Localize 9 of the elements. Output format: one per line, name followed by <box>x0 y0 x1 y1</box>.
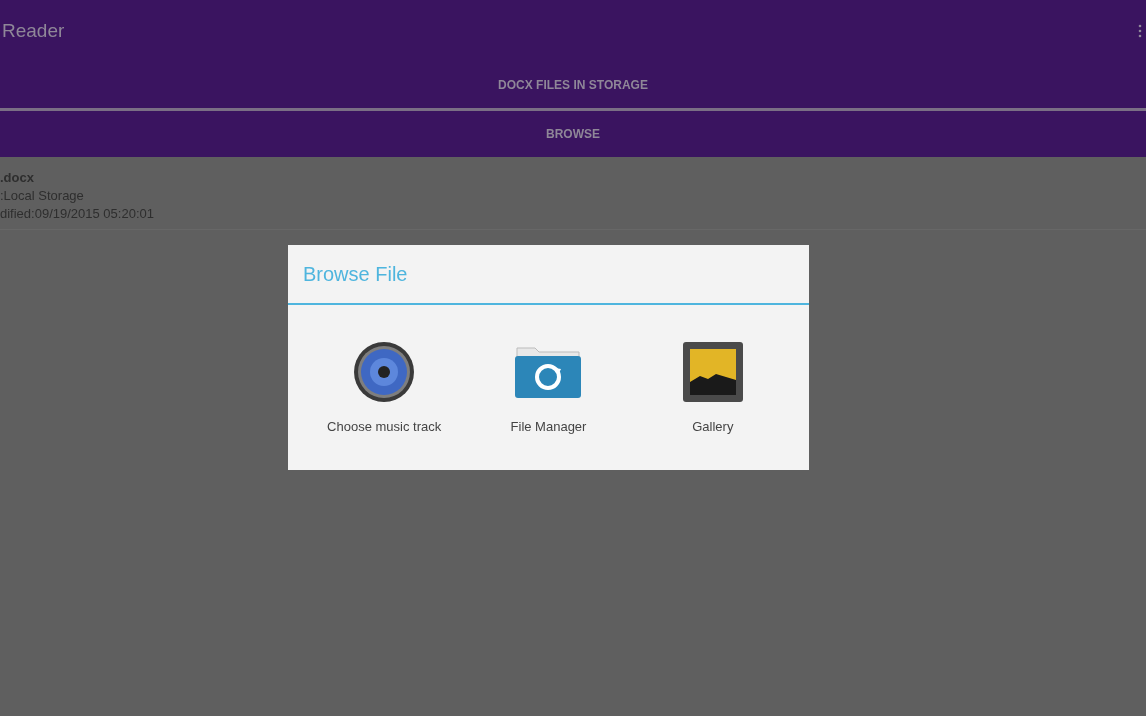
picture-icon <box>682 342 743 402</box>
overflow-menu-icon[interactable] <box>1138 24 1142 38</box>
folder-icon <box>515 346 582 398</box>
app-title: Reader <box>2 18 65 43</box>
browse-option[interactable]: File Manager <box>466 341 631 437</box>
speaker-icon <box>353 341 416 403</box>
browse-option[interactable]: Choose music track <box>302 341 467 437</box>
browse-option[interactable]: Gallery <box>630 341 795 437</box>
dialog-title: Browse File <box>303 262 408 287</box>
